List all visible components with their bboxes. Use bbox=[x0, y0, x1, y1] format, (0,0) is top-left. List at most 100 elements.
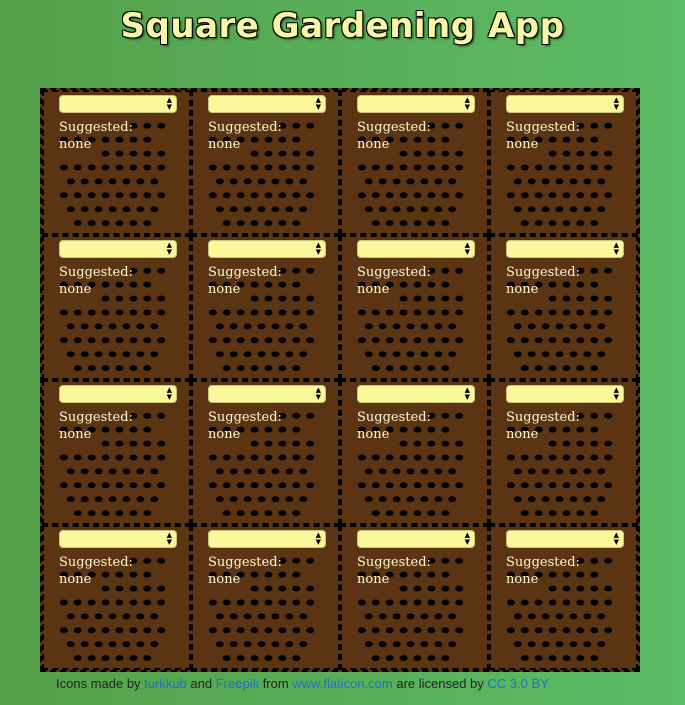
soil-holes-icon bbox=[357, 122, 464, 227]
plant-select[interactable]: ▲ ▼ bbox=[208, 530, 326, 548]
suggestion-text: Suggested: none bbox=[357, 554, 431, 588]
suggestion-value: none bbox=[59, 572, 92, 587]
footer-prefix: Icons made by bbox=[56, 676, 145, 691]
plant-select[interactable]: ▲ ▼ bbox=[208, 240, 326, 258]
license-link[interactable]: CC 3.0 BY bbox=[487, 676, 548, 691]
suggestion-label: Suggested: bbox=[59, 410, 133, 425]
plant-select[interactable]: ▲ ▼ bbox=[59, 95, 177, 113]
suggestion-text: Suggested: none bbox=[208, 264, 282, 298]
garden-cell: ▲ ▼ Suggested: none bbox=[489, 525, 638, 670]
up-down-arrows-icon: ▲ ▼ bbox=[464, 386, 470, 401]
plant-select[interactable]: ▲ ▼ bbox=[208, 385, 326, 403]
suggestion-label: Suggested: bbox=[357, 410, 431, 425]
up-down-arrows-icon: ▲ ▼ bbox=[315, 386, 321, 401]
plant-select[interactable]: ▲ ▼ bbox=[357, 240, 475, 258]
suggestion-value: none bbox=[59, 137, 92, 152]
suggestion-label: Suggested: bbox=[59, 555, 133, 570]
garden-cell: ▲ ▼ Suggested: none bbox=[340, 380, 489, 525]
suggestion-text: Suggested: none bbox=[357, 119, 431, 153]
soil-holes-icon bbox=[208, 412, 315, 517]
attribution-footer: Icons made by turkkub and Freepik from w… bbox=[56, 676, 549, 691]
soil-holes-icon bbox=[208, 267, 315, 372]
suggestion-text: Suggested: none bbox=[208, 119, 282, 153]
plant-select[interactable]: ▲ ▼ bbox=[59, 385, 177, 403]
garden-cell: ▲ ▼ Suggested: none bbox=[489, 235, 638, 380]
garden-cell: ▲ ▼ Suggested: none bbox=[340, 235, 489, 380]
plant-select[interactable]: ▲ ▼ bbox=[357, 530, 475, 548]
soil-holes-icon bbox=[506, 122, 613, 227]
up-down-arrows-icon: ▲ ▼ bbox=[613, 386, 619, 401]
suggestion-text: Suggested: none bbox=[208, 554, 282, 588]
footer-licensed: are licensed by bbox=[392, 676, 488, 691]
suggestion-label: Suggested: bbox=[506, 120, 580, 135]
suggestion-value: none bbox=[59, 427, 92, 442]
suggestion-value: none bbox=[357, 137, 390, 152]
soil-holes-icon bbox=[59, 412, 166, 517]
suggestion-label: Suggested: bbox=[208, 120, 282, 135]
suggestion-text: Suggested: none bbox=[59, 554, 133, 588]
soil-holes-icon bbox=[506, 557, 613, 662]
suggestion-label: Suggested: bbox=[506, 265, 580, 280]
garden-cell: ▲ ▼ Suggested: none bbox=[191, 525, 340, 670]
garden-cell: ▲ ▼ Suggested: none bbox=[42, 525, 191, 670]
author-freepik-link[interactable]: Freepik bbox=[216, 676, 259, 691]
up-down-arrows-icon: ▲ ▼ bbox=[464, 96, 470, 111]
garden-cell: ▲ ▼ Suggested: none bbox=[191, 235, 340, 380]
plant-select[interactable]: ▲ ▼ bbox=[506, 95, 624, 113]
garden-cell: ▲ ▼ Suggested: none bbox=[489, 90, 638, 235]
flaticon-link[interactable]: www.flaticon.com bbox=[292, 676, 392, 691]
plant-select[interactable]: ▲ ▼ bbox=[506, 385, 624, 403]
suggestion-text: Suggested: none bbox=[59, 264, 133, 298]
suggestion-text: Suggested: none bbox=[506, 264, 580, 298]
soil-holes-icon bbox=[59, 557, 166, 662]
soil-holes-icon bbox=[208, 557, 315, 662]
up-down-arrows-icon: ▲ ▼ bbox=[464, 241, 470, 256]
up-down-arrows-icon: ▲ ▼ bbox=[166, 96, 172, 111]
suggestion-label: Suggested: bbox=[208, 555, 282, 570]
plant-select[interactable]: ▲ ▼ bbox=[208, 95, 326, 113]
garden-cell: ▲ ▼ Suggested: none bbox=[191, 90, 340, 235]
suggestion-value: none bbox=[208, 572, 241, 587]
plant-select[interactable]: ▲ ▼ bbox=[59, 240, 177, 258]
suggestion-text: Suggested: none bbox=[506, 554, 580, 588]
soil-holes-icon bbox=[59, 267, 166, 372]
soil-holes-icon bbox=[506, 267, 613, 372]
up-down-arrows-icon: ▲ ▼ bbox=[166, 241, 172, 256]
soil-holes-icon bbox=[208, 122, 315, 227]
suggestion-label: Suggested: bbox=[59, 120, 133, 135]
suggestion-text: Suggested: none bbox=[59, 119, 133, 153]
suggestion-value: none bbox=[357, 282, 390, 297]
up-down-arrows-icon: ▲ ▼ bbox=[464, 531, 470, 546]
suggestion-value: none bbox=[506, 282, 539, 297]
suggestion-label: Suggested: bbox=[506, 555, 580, 570]
suggestion-label: Suggested: bbox=[208, 410, 282, 425]
up-down-arrows-icon: ▲ ▼ bbox=[315, 241, 321, 256]
plant-select[interactable]: ▲ ▼ bbox=[59, 530, 177, 548]
plant-select[interactable]: ▲ ▼ bbox=[506, 240, 624, 258]
plant-select[interactable]: ▲ ▼ bbox=[506, 530, 624, 548]
suggestion-value: none bbox=[208, 282, 241, 297]
suggestion-label: Suggested: bbox=[357, 265, 431, 280]
suggestion-value: none bbox=[208, 137, 241, 152]
suggestion-value: none bbox=[59, 282, 92, 297]
suggestion-label: Suggested: bbox=[357, 120, 431, 135]
suggestion-text: Suggested: none bbox=[357, 264, 431, 298]
suggestion-label: Suggested: bbox=[506, 410, 580, 425]
suggestion-value: none bbox=[506, 572, 539, 587]
footer-from: from bbox=[259, 676, 293, 691]
plant-select[interactable]: ▲ ▼ bbox=[357, 385, 475, 403]
garden-cell: ▲ ▼ Suggested: none bbox=[42, 235, 191, 380]
up-down-arrows-icon: ▲ ▼ bbox=[613, 96, 619, 111]
soil-holes-icon bbox=[357, 267, 464, 372]
suggestion-text: Suggested: none bbox=[59, 409, 133, 443]
author-turkkub-link[interactable]: turkkub bbox=[144, 676, 187, 691]
up-down-arrows-icon: ▲ ▼ bbox=[166, 386, 172, 401]
plant-select[interactable]: ▲ ▼ bbox=[357, 95, 475, 113]
suggestion-text: Suggested: none bbox=[506, 119, 580, 153]
up-down-arrows-icon: ▲ ▼ bbox=[613, 531, 619, 546]
up-down-arrows-icon: ▲ ▼ bbox=[315, 531, 321, 546]
soil-holes-icon bbox=[506, 412, 613, 517]
suggestion-text: Suggested: none bbox=[208, 409, 282, 443]
footer-and: and bbox=[186, 676, 216, 691]
garden-cell: ▲ ▼ Suggested: none bbox=[42, 90, 191, 235]
